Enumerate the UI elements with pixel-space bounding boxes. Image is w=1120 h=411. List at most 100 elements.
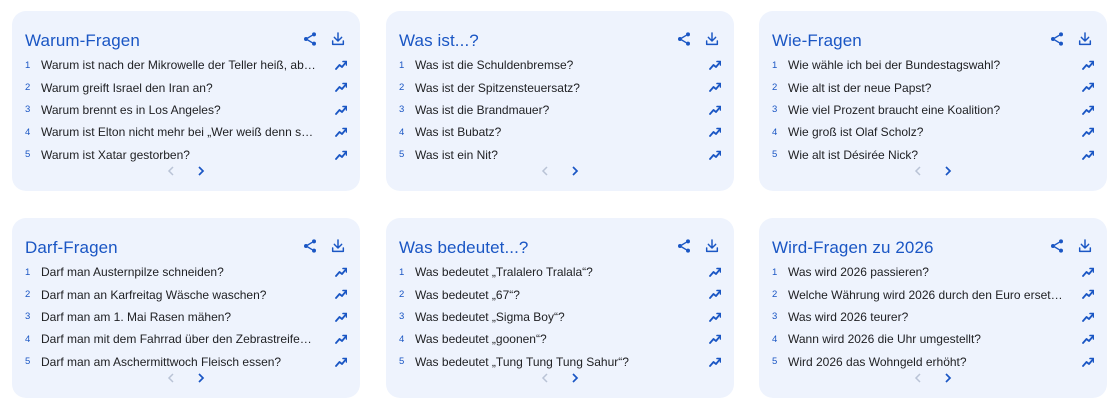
list-item[interactable]: 2 Warum greift Israel den Iran an? — [12, 76, 360, 98]
trending-up-icon — [709, 290, 721, 300]
download-button[interactable] — [704, 238, 720, 254]
trending-up-icon — [335, 312, 347, 322]
next-page-button[interactable] — [567, 370, 583, 386]
question-text: Warum ist nach der Mikrowelle der Teller… — [41, 58, 317, 73]
trending-up-icon — [1082, 127, 1094, 138]
rank-number: 2 — [772, 82, 778, 94]
next-page-button[interactable] — [193, 370, 209, 386]
download-button[interactable] — [330, 238, 346, 254]
download-icon — [1078, 32, 1092, 46]
rank-number: 3 — [25, 104, 31, 116]
share-icon — [1051, 32, 1063, 46]
share-icon — [678, 32, 690, 46]
card-title: Wie-Fragen — [772, 31, 862, 50]
next-page-button[interactable] — [940, 163, 956, 179]
rank-number: 2 — [25, 289, 31, 301]
list-item[interactable]: 1 Darf man Austernpilze schneiden? — [12, 261, 360, 283]
trending-up-icon — [1082, 334, 1094, 345]
question-text: Was bedeutet „goonen“? — [415, 332, 547, 347]
list-item[interactable]: 3 Wie viel Prozent braucht eine Koalitio… — [759, 99, 1107, 121]
list-item[interactable]: 4 Warum ist Elton nicht mehr bei „Wer we… — [12, 121, 360, 143]
list-item[interactable]: 3 Was wird 2026 teurer? — [759, 306, 1107, 328]
list-item[interactable]: 3 Was bedeutet „Sigma Boy“? — [386, 306, 734, 328]
list-item[interactable]: 2 Darf man an Karfreitag Wäsche waschen? — [12, 283, 360, 305]
rank-number: 1 — [772, 59, 778, 71]
previous-page-button[interactable] — [910, 370, 926, 386]
previous-page-button[interactable] — [163, 163, 179, 179]
chevron-left-icon — [541, 166, 548, 176]
list-item[interactable]: 4 Wann wird 2026 die Uhr umgestellt? — [759, 328, 1107, 350]
question-card: Was ist...? 1 Was ist die Schuldenbremse… — [386, 11, 734, 191]
list-item[interactable]: 4 Was ist Bubatz? — [386, 121, 734, 143]
next-page-button[interactable] — [940, 370, 956, 386]
rank-number: 2 — [399, 289, 405, 301]
question-text: Was bedeutet „Tralalero Tralala“? — [415, 265, 593, 280]
share-button[interactable] — [676, 238, 692, 254]
chevron-right-icon — [945, 166, 952, 176]
download-button[interactable] — [1077, 238, 1093, 254]
list-item[interactable]: 1 Was ist die Schuldenbremse? — [386, 54, 734, 76]
next-page-button[interactable] — [567, 163, 583, 179]
rank-number: 4 — [399, 333, 405, 345]
pagination — [386, 370, 734, 386]
question-text: Darf man am 1. Mai Rasen mähen? — [41, 309, 232, 324]
question-card: Wird-Fragen zu 2026 1 Was wird 2026 pass… — [759, 218, 1107, 398]
rank-number: 1 — [399, 59, 405, 71]
download-button[interactable] — [330, 31, 346, 47]
rank-number: 5 — [25, 149, 31, 161]
list-item[interactable]: 4 Was bedeutet „goonen“? — [386, 328, 734, 350]
trending-up-icon — [709, 105, 721, 115]
share-button[interactable] — [676, 31, 692, 47]
previous-page-button[interactable] — [537, 163, 553, 179]
list-item[interactable]: 1 Wie wähle ich bei der Bundestagswahl? — [759, 54, 1107, 76]
trending-up-icon — [335, 267, 347, 277]
download-button[interactable] — [1077, 31, 1093, 47]
question-text: Was bedeutet „Tung Tung Tung Sahur“? — [415, 354, 629, 369]
rank-number: 1 — [772, 266, 778, 278]
share-button[interactable] — [302, 31, 318, 47]
download-button[interactable] — [704, 31, 720, 47]
list-item[interactable]: 3 Was ist die Brandmauer? — [386, 99, 734, 121]
question-list: 1 Wie wähle ich bei der Bundestagswahl? … — [759, 54, 1107, 166]
download-icon — [331, 239, 345, 253]
list-item[interactable]: 2 Was ist der Spitzensteuersatz? — [386, 76, 734, 98]
pagination — [12, 163, 360, 179]
question-card: Wie-Fragen 1 Wie wähle ich bei der Bunde… — [759, 11, 1107, 191]
list-item[interactable]: 3 Darf man am 1. Mai Rasen mähen? — [12, 306, 360, 328]
rank-number: 4 — [25, 333, 31, 345]
list-item[interactable]: 2 Welche Währung wird 2026 durch den Eur… — [759, 283, 1107, 305]
share-icon — [678, 239, 690, 253]
rank-number: 1 — [399, 266, 405, 278]
trending-up-icon — [709, 357, 721, 367]
question-text: Wann wird 2026 die Uhr umgestellt? — [788, 332, 981, 347]
rank-number: 4 — [772, 126, 778, 138]
previous-page-button[interactable] — [537, 370, 553, 386]
question-text: Was ist Bubatz? — [415, 125, 502, 140]
pagination — [12, 370, 360, 386]
chevron-right-icon — [945, 373, 952, 383]
share-button[interactable] — [1049, 238, 1065, 254]
list-item[interactable]: 3 Warum brennt es in Los Angeles? — [12, 99, 360, 121]
list-item[interactable]: 1 Was bedeutet „Tralalero Tralala“? — [386, 261, 734, 283]
share-button[interactable] — [1049, 31, 1065, 47]
previous-page-button[interactable] — [910, 163, 926, 179]
list-item[interactable]: 1 Warum ist nach der Mikrowelle der Tell… — [12, 54, 360, 76]
list-item[interactable]: 2 Wie alt ist der neue Papst? — [759, 76, 1107, 98]
list-item[interactable]: 4 Darf man mit dem Fahrrad über den Zebr… — [12, 328, 360, 350]
question-text: Wie alt ist Désirée Nick? — [788, 147, 919, 162]
question-card: Darf-Fragen 1 Darf man Austernpilze schn… — [12, 218, 360, 398]
list-item[interactable]: 4 Wie groß ist Olaf Scholz? — [759, 121, 1107, 143]
question-card: Was bedeutet...? 1 Was bedeutet „Tralale… — [386, 218, 734, 398]
list-item[interactable]: 2 Was bedeutet „67“? — [386, 283, 734, 305]
question-list: 1 Was ist die Schuldenbremse? 2 Was ist … — [386, 54, 734, 166]
question-text: Was wird 2026 passieren? — [788, 265, 929, 280]
next-page-button[interactable] — [193, 163, 209, 179]
question-text: Wie groß ist Olaf Scholz? — [788, 125, 924, 140]
rank-number: 4 — [772, 333, 778, 345]
download-icon — [705, 239, 719, 253]
rank-number: 3 — [772, 104, 778, 116]
previous-page-button[interactable] — [163, 370, 179, 386]
download-icon — [705, 32, 719, 46]
share-button[interactable] — [302, 238, 318, 254]
list-item[interactable]: 1 Was wird 2026 passieren? — [759, 261, 1107, 283]
